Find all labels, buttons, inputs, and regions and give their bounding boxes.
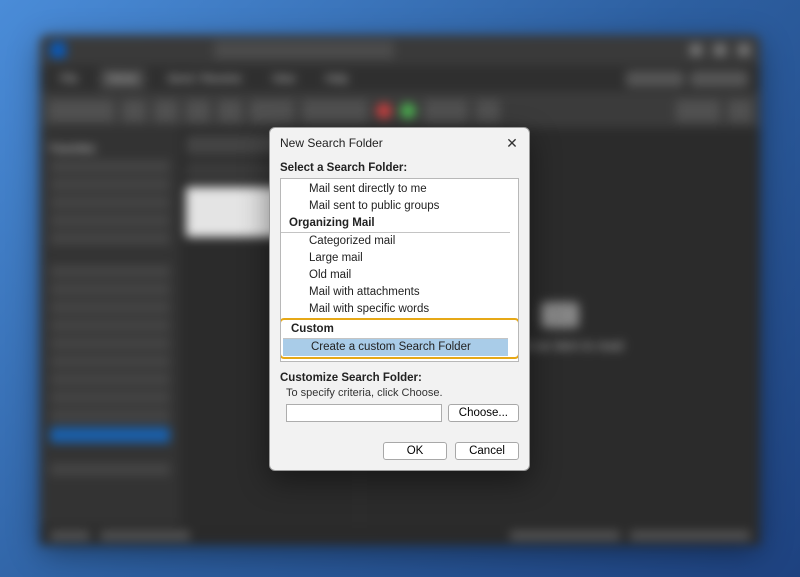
list-item[interactable]: Large mail [281,250,518,267]
menu-file: File [52,69,86,89]
criteria-field[interactable] [286,404,442,422]
window-controls [690,44,750,56]
sidebar-search-folders [50,427,170,443]
menubar: File Home Send / Receive View Help [40,65,760,93]
list-item[interactable]: Mail sent to public groups [281,198,518,215]
choose-button[interactable]: Choose... [448,404,519,422]
search-folder-list[interactable]: Mail sent directly to me Mail sent to pu… [280,178,519,362]
list-item[interactable]: Categorized mail [281,233,518,250]
close-icon[interactable]: ✕ [503,134,521,152]
list-item[interactable]: Mail with specific words [281,301,518,318]
highlight-annotation: Custom Create a custom Search Folder [280,318,519,359]
dialog-title: New Search Folder [280,136,383,150]
menu-view: View [264,69,304,89]
menu-help: Help [317,69,356,89]
new-search-folder-dialog: New Search Folder ✕ Select a Search Fold… [269,127,530,471]
ok-button[interactable]: OK [383,442,447,460]
titlebar [40,35,760,65]
list-item[interactable]: Mail sent directly to me [281,181,518,198]
list-group-organizing-mail: Organizing Mail [281,215,510,233]
statusbar [40,525,760,545]
app-logo [50,42,66,58]
customize-label: Customize Search Folder: [280,372,519,384]
list-item[interactable]: Mail with attachments [281,284,518,301]
list-item-selected[interactable]: Create a custom Search Folder [283,339,508,356]
titlebar-search [214,41,394,59]
folder-sidebar: Favorites [40,129,180,525]
menu-home: Home [100,69,145,89]
ribbon [40,93,760,129]
envelope-icon [541,302,579,328]
menu-send-receive: Send / Receive [159,69,250,89]
list-item[interactable]: Old mail [281,267,518,284]
select-folder-label: Select a Search Folder: [280,162,519,174]
cancel-button[interactable]: Cancel [455,442,519,460]
list-group-custom: Custom [283,321,508,339]
criteria-hint: To specify criteria, click Choose. [286,387,519,399]
